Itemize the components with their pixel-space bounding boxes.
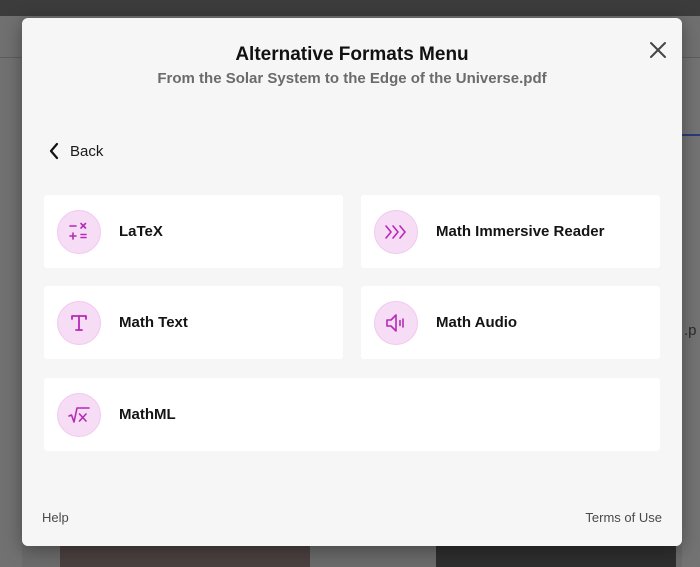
option-math-immersive-reader[interactable]: Math Immersive Reader [361, 195, 660, 268]
terms-of-use-link[interactable]: Terms of Use [585, 510, 662, 525]
option-latex[interactable]: LaTeX [44, 195, 343, 268]
option-label: MathML [119, 406, 176, 423]
speaker-icon [386, 313, 404, 332]
latex-operators-icon [69, 222, 87, 240]
dialog-title: Alternative Formats Menu [235, 44, 469, 65]
option-label: Math Text [119, 314, 188, 331]
background-topbar [0, 0, 700, 16]
mathml-icon-badge [57, 392, 101, 437]
background-left-panel [0, 58, 22, 567]
option-mathml[interactable]: MathML [44, 378, 660, 451]
option-label: LaTeX [119, 223, 163, 240]
dialog-subtitle: From the Solar System to the Edge of the… [157, 70, 547, 87]
square-root-x-icon [68, 406, 90, 423]
option-label: Math Audio [436, 314, 518, 331]
alternative-formats-dialog: Alternative Formats Menu From the Solar … [22, 18, 682, 546]
option-label: Math Immersive Reader [436, 223, 605, 240]
immersive-reader-chevrons-icon [385, 224, 406, 239]
option-math-audio[interactable]: Math Audio [361, 286, 660, 359]
text-t-icon [71, 314, 87, 331]
background-thumbnail [436, 546, 676, 567]
close-icon [650, 42, 666, 58]
chevron-left-icon [49, 142, 59, 160]
math-audio-icon-badge [374, 300, 418, 345]
latex-icon-badge [57, 209, 101, 254]
background-filename-fragment: .p [684, 322, 697, 339]
close-button[interactable] [646, 38, 670, 62]
background-thumbnail [60, 546, 310, 567]
immersive-reader-icon-badge [374, 209, 418, 254]
math-text-icon-badge [57, 300, 101, 345]
background-tab-underline [682, 134, 700, 136]
help-link[interactable]: Help [42, 510, 69, 525]
option-math-text[interactable]: Math Text [44, 286, 343, 359]
back-label: Back [70, 142, 104, 160]
back-button[interactable]: Back [48, 140, 103, 162]
